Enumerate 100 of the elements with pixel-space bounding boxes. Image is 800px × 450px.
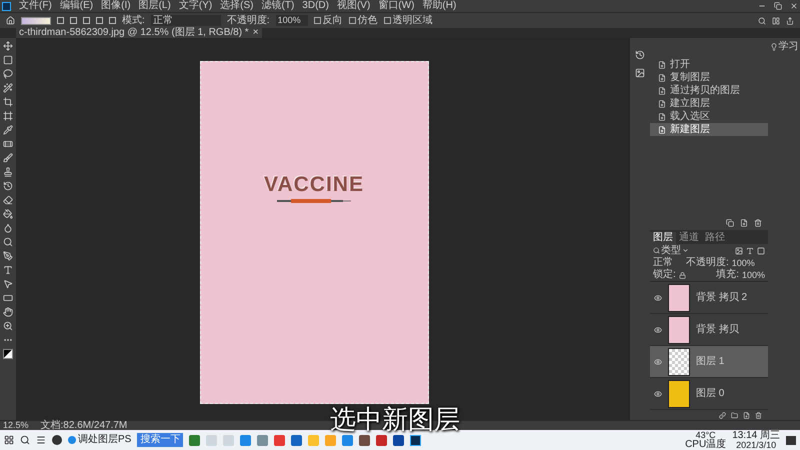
marquee-tool-icon[interactable] <box>3 55 13 65</box>
document-tab[interactable]: c-thirdman-5862309.jpg @ 12.5% (图层 1, RGB/8) * × <box>16 28 262 38</box>
snapshot-icon[interactable] <box>726 219 734 227</box>
menu-item[interactable]: 图像(I) <box>101 1 131 11</box>
history-item[interactable]: 新建图层 <box>650 123 768 136</box>
history-item[interactable]: 载入选区 <box>650 110 768 123</box>
checkbox[interactable] <box>384 17 391 24</box>
workspace-icon[interactable] <box>772 16 780 24</box>
history-state-icon <box>658 126 666 134</box>
menu-item[interactable]: 编辑(E) <box>60 1 94 11</box>
mode-label: 模式: <box>122 16 145 26</box>
opacity-field[interactable]: 100% <box>276 15 308 26</box>
lasso-tool-icon[interactable] <box>3 69 13 79</box>
blend-mode-dropdown[interactable]: 正常 <box>653 258 683 268</box>
menu-item[interactable]: 滤镜(T) <box>262 1 294 11</box>
home-icon[interactable] <box>6 16 15 25</box>
pen-tool-icon[interactable] <box>3 251 13 261</box>
history-state-icon <box>658 86 666 94</box>
type-tool-icon[interactable] <box>3 265 13 275</box>
healing-brush-icon[interactable] <box>3 139 13 149</box>
checkbox[interactable] <box>314 17 321 24</box>
menu-item[interactable]: 帮助(H) <box>422 1 456 11</box>
mode-dropdown[interactable]: 正常 <box>150 15 221 26</box>
checkbox-label: 反向 <box>322 16 343 26</box>
visibility-eye-icon[interactable] <box>654 358 662 366</box>
crop-tool-icon[interactable] <box>3 97 13 107</box>
app-icon[interactable] <box>393 434 404 446</box>
magic-wand-icon[interactable] <box>3 83 13 93</box>
eyedropper-icon[interactable] <box>3 125 13 135</box>
tab-close[interactable]: × <box>252 28 259 38</box>
new-layer-icon[interactable] <box>743 412 750 418</box>
menu-item[interactable]: 视图(V) <box>336 1 370 11</box>
history-item[interactable]: 复制图层 <box>650 71 768 84</box>
new-document-icon[interactable] <box>740 219 748 227</box>
zoom-tool-icon[interactable] <box>3 321 13 331</box>
restore-icon[interactable] <box>774 2 782 10</box>
visibility-eye-icon[interactable] <box>654 390 662 398</box>
app-icon[interactable] <box>359 434 370 446</box>
share-icon[interactable] <box>786 16 794 24</box>
hand-tool-icon[interactable] <box>3 307 13 317</box>
layer-row[interactable]: 背景 拷贝 2 <box>650 282 768 314</box>
layer-row[interactable]: 图层 0 <box>650 378 768 410</box>
brush-tool-icon[interactable] <box>3 153 13 163</box>
layer-thumbnail <box>668 316 690 344</box>
windows-start-icon[interactable] <box>4 435 14 445</box>
fill-label: 填充: <box>716 270 739 280</box>
history-item[interactable]: 建立图层 <box>650 97 768 110</box>
trash-icon[interactable] <box>754 219 762 227</box>
rectangle-tool-icon[interactable] <box>3 293 13 303</box>
panel-tab[interactable]: 通道 <box>676 232 702 244</box>
filter-dropdown[interactable]: 类型 <box>653 246 689 256</box>
layer-row[interactable]: 图层 1 <box>650 346 768 378</box>
gradient-preset[interactable] <box>21 16 51 24</box>
app-icon[interactable] <box>376 434 388 446</box>
search-icon <box>653 247 660 254</box>
opacity-label: 不透明度: <box>226 16 270 26</box>
learn-label[interactable]: 学习 <box>778 42 798 52</box>
lock-icon[interactable] <box>678 272 686 278</box>
panel-tab[interactable]: 路径 <box>702 232 728 244</box>
opacity-field[interactable]: 100% <box>732 258 755 268</box>
history-item[interactable]: 打开 <box>650 58 768 71</box>
eraser-tool-icon[interactable] <box>3 195 13 205</box>
pixel-filter-icon[interactable] <box>735 246 743 254</box>
visibility-eye-icon[interactable] <box>654 294 662 302</box>
history-panel-icon[interactable] <box>635 50 645 60</box>
search-icon[interactable] <box>20 435 30 445</box>
visibility-eye-icon[interactable] <box>654 326 662 334</box>
path-selection-icon[interactable] <box>3 279 13 289</box>
document-title: c-thirdman-5862309.jpg @ 12.5% (图层 1, RGB/8) * <box>19 28 249 38</box>
panel-tab[interactable]: 图层 <box>650 232 676 244</box>
task-view-icon[interactable] <box>36 435 46 445</box>
photoshop-app-icon[interactable] <box>410 434 422 446</box>
browser-tab[interactable]: 调处图层PS <box>68 435 132 445</box>
checkbox[interactable] <box>348 17 356 24</box>
trash-icon[interactable] <box>755 412 762 418</box>
stamp-tool-icon[interactable] <box>3 167 13 177</box>
app-icon[interactable] <box>291 434 302 446</box>
blur-tool-icon[interactable] <box>3 223 13 233</box>
app-icon[interactable] <box>52 435 62 445</box>
shape-filter-icon[interactable] <box>757 246 765 254</box>
menu-item[interactable]: 选择(S) <box>220 1 254 11</box>
cpu-temperature-label: CPU温度 <box>685 440 726 450</box>
menu-item[interactable]: 3D(D) <box>302 1 329 11</box>
menu-item[interactable]: 图层(L) <box>138 1 171 11</box>
fill-field[interactable]: 100% <box>742 270 765 280</box>
color-swatches[interactable] <box>3 349 13 359</box>
type-filter-icon[interactable] <box>746 246 754 254</box>
vaccine-headline: VACCINE <box>264 174 364 195</box>
history-state-icon <box>658 112 666 120</box>
lightbulb-icon[interactable] <box>770 43 778 51</box>
history-brush-icon[interactable] <box>3 181 13 191</box>
history-item[interactable]: 通过拷贝的图层 <box>650 84 768 97</box>
search-button[interactable]: 搜索一下 <box>137 433 184 447</box>
link-icon[interactable] <box>719 412 726 418</box>
move-tool-icon[interactable] <box>3 41 13 51</box>
notification-icon[interactable] <box>786 436 796 444</box>
close-icon[interactable] <box>790 2 798 10</box>
app-logo-icon <box>2 2 11 10</box>
frame-tool-icon[interactable] <box>3 111 13 121</box>
group-icon[interactable] <box>731 412 738 418</box>
